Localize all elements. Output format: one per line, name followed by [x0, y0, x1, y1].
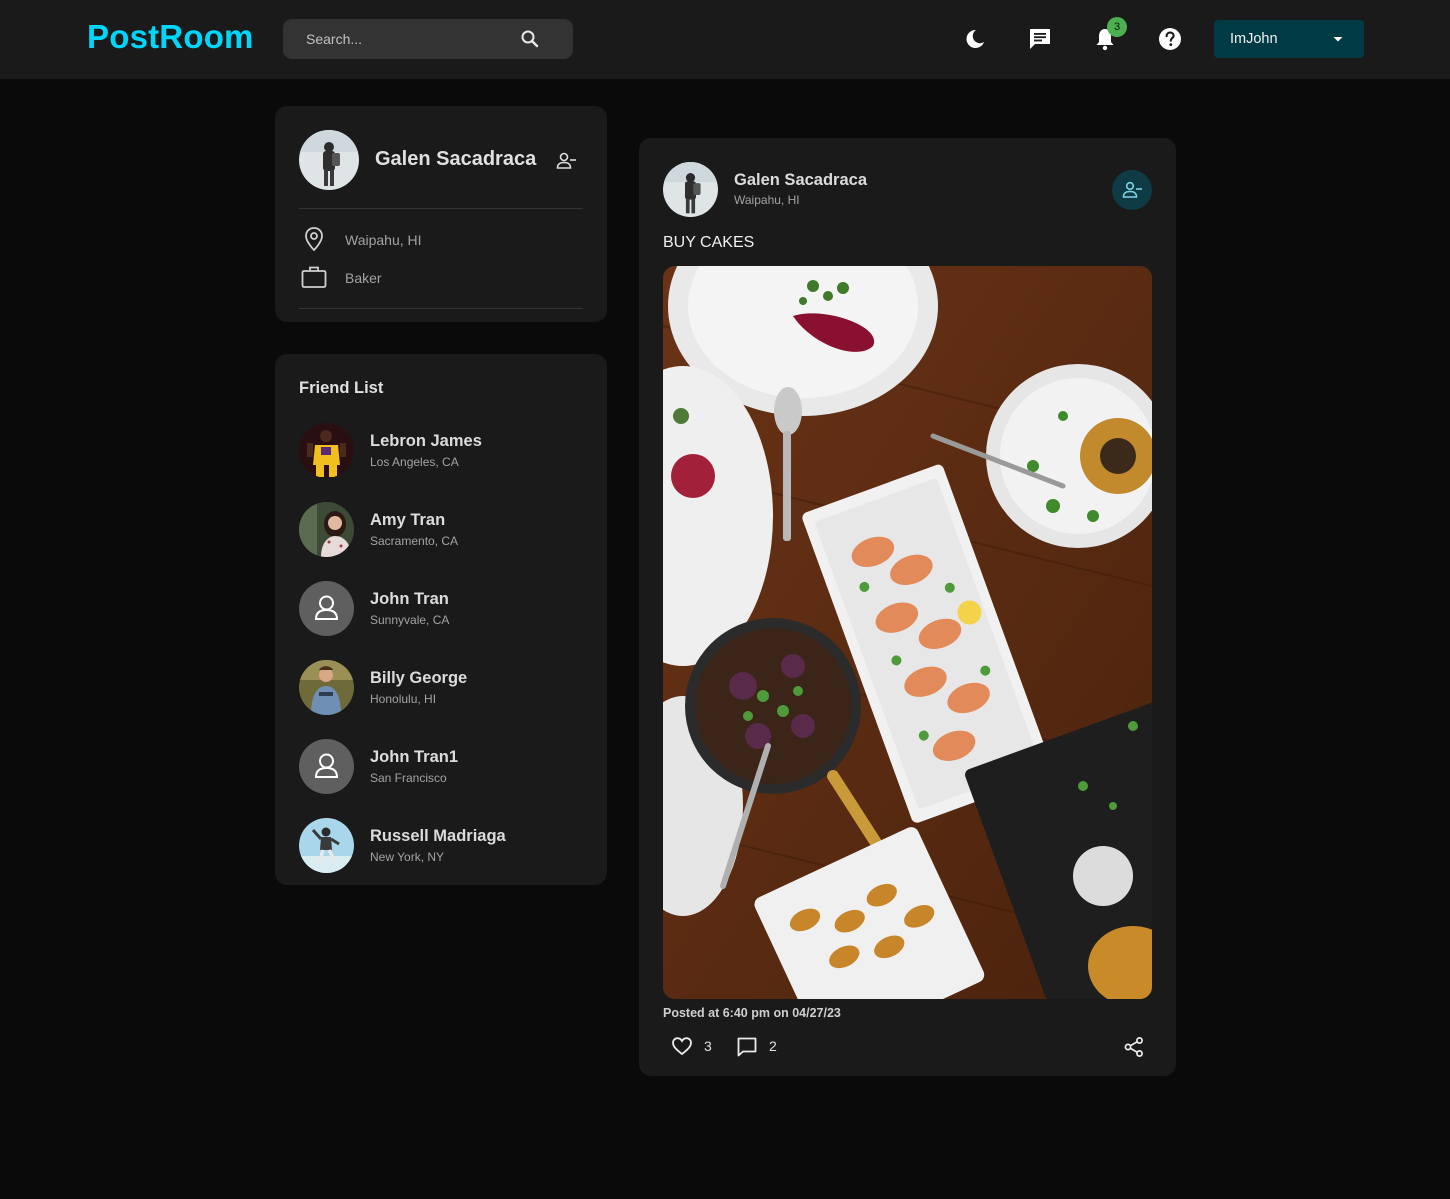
friend-location: Honolulu, HI — [370, 692, 437, 706]
messages-icon[interactable] — [1027, 26, 1053, 52]
post-card: Galen Sacadraca Waipahu, HI BUY CAKES Po… — [639, 138, 1176, 1076]
like-count: 3 — [704, 1038, 712, 1054]
default-person-icon — [299, 739, 354, 794]
friend-avatar — [299, 502, 354, 557]
profile-divider-bottom — [299, 308, 583, 309]
post-text: BUY CAKES — [663, 234, 755, 251]
top-navbar: PostRoom 3 ImJohn — [0, 0, 1450, 79]
post-author-name[interactable]: Galen Sacadraca — [734, 171, 867, 190]
comment-count: 2 — [769, 1038, 777, 1054]
friend-avatar — [299, 660, 354, 715]
brand-logo[interactable]: PostRoom — [87, 18, 254, 56]
notification-count-badge: 3 — [1107, 17, 1127, 37]
user-menu-select[interactable]: ImJohn — [1214, 20, 1364, 58]
friend-name: Lebron James — [370, 432, 482, 450]
friend-name: Russell Madriaga — [370, 827, 506, 845]
friend-avatar — [299, 818, 354, 873]
post-image[interactable] — [663, 266, 1152, 999]
friend-avatar — [299, 423, 354, 478]
share-icon[interactable] — [1123, 1036, 1145, 1058]
friend-location: Sunnyvale, CA — [370, 613, 450, 627]
location-pin-icon — [305, 227, 323, 252]
friend-name: Amy Tran — [370, 511, 446, 529]
friend-name: Billy George — [370, 669, 468, 687]
briefcase-icon — [301, 266, 327, 288]
friend-item[interactable]: Lebron James Los Angeles, CA — [299, 423, 589, 479]
profile-occupation: Baker — [345, 270, 382, 286]
friend-item[interactable]: Billy George Honolulu, HI — [299, 660, 589, 716]
friend-location: New York, NY — [370, 850, 445, 864]
post-author-avatar[interactable] — [663, 162, 718, 217]
profile-avatar[interactable] — [299, 130, 359, 190]
friend-name: John Tran — [370, 590, 449, 608]
friend-name: John Tran1 — [370, 748, 459, 766]
friend-location: Sacramento, CA — [370, 534, 459, 548]
remove-friend-icon — [1122, 181, 1142, 198]
friend-list-title: Friend List — [299, 379, 384, 397]
profile-divider-top — [299, 208, 583, 209]
search-input[interactable] — [283, 19, 513, 59]
friend-item[interactable]: John Tran Sunnyvale, CA — [299, 581, 589, 637]
post-timestamp: Posted at 6:40 pm on 04/27/23 — [663, 1006, 841, 1020]
comment-icon[interactable] — [736, 1036, 758, 1058]
help-icon[interactable] — [1157, 26, 1183, 52]
remove-friend-icon[interactable] — [555, 150, 577, 172]
post-author-location: Waipahu, HI — [734, 193, 800, 207]
default-person-icon — [299, 581, 354, 636]
profile-name[interactable]: Galen Sacadraca — [375, 148, 536, 171]
friend-item[interactable]: John Tran1 San Francisco — [299, 739, 589, 795]
friend-item[interactable]: Amy Tran Sacramento, CA — [299, 502, 589, 558]
dark-mode-icon[interactable] — [962, 26, 988, 52]
profile-card: Galen Sacadraca Waipahu, HI Baker — [275, 106, 607, 322]
profile-location: Waipahu, HI — [345, 232, 422, 248]
friend-item[interactable]: Russell Madriaga New York, NY — [299, 818, 589, 874]
user-menu-label: ImJohn — [1230, 31, 1278, 47]
like-heart-icon[interactable] — [671, 1036, 693, 1056]
friend-list-card: Friend List Lebron James Los Angeles, CA — [275, 354, 607, 885]
caret-down-icon — [1333, 37, 1343, 42]
remove-friend-button[interactable] — [1112, 170, 1152, 210]
friend-location: Los Angeles, CA — [370, 455, 459, 469]
search-icon[interactable] — [518, 27, 542, 51]
friend-location: San Francisco — [370, 771, 447, 785]
